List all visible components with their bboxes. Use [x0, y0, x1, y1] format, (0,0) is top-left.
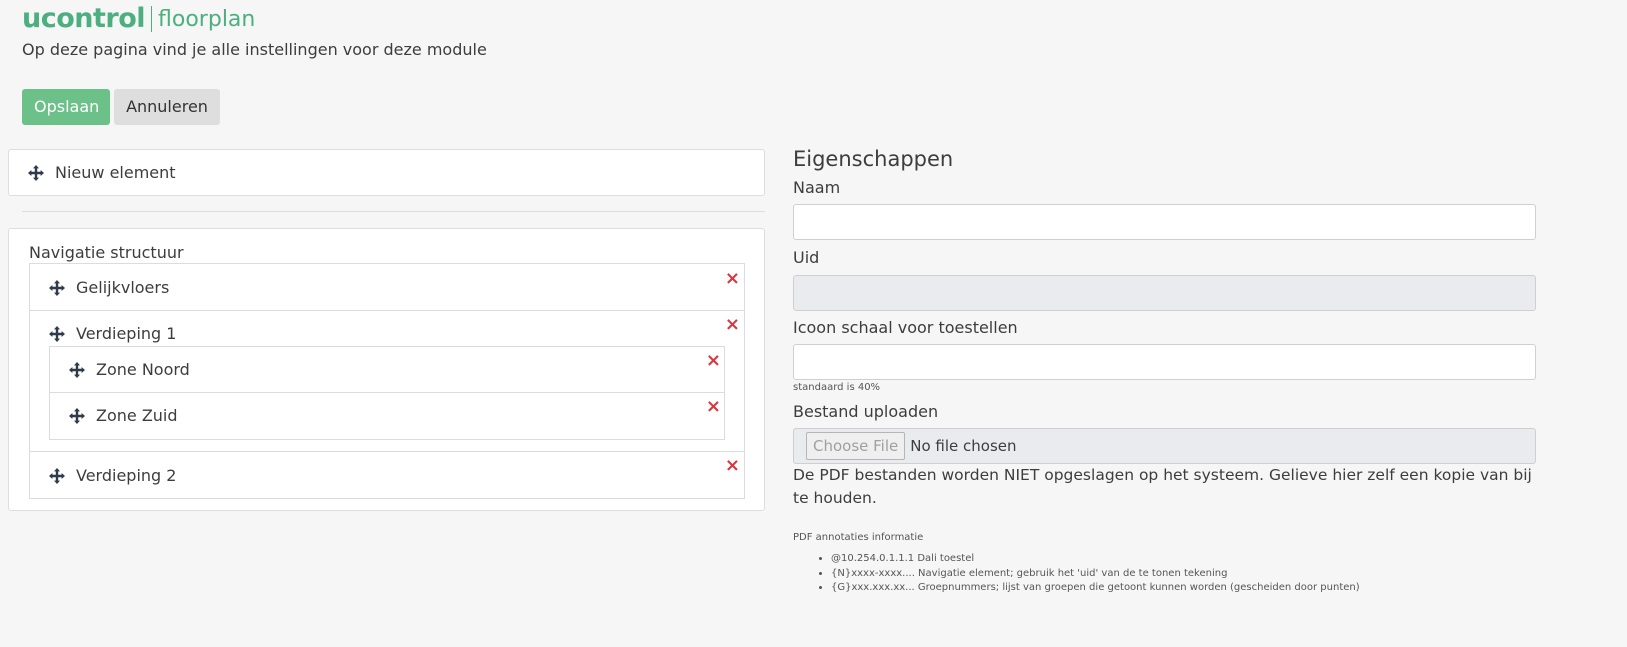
file-upload-input[interactable]: Choose File No file chosen: [793, 428, 1536, 464]
move-icon[interactable]: [49, 468, 65, 484]
move-icon[interactable]: [49, 326, 65, 342]
move-icon[interactable]: [69, 362, 85, 378]
move-icon[interactable]: [49, 280, 65, 296]
nav-item-label: Verdieping 2: [76, 466, 177, 485]
app-logo: ucontrol floorplan: [22, 4, 255, 34]
remove-icon[interactable]: ×: [706, 352, 721, 370]
move-icon[interactable]: [69, 408, 85, 424]
navigation-title: Navigatie structuur: [29, 243, 184, 262]
remove-icon[interactable]: ×: [725, 270, 740, 288]
icon-scale-input[interactable]: [793, 344, 1536, 380]
page-description: Op deze pagina vind je alle instellingen…: [22, 40, 487, 59]
nav-item-label: Verdieping 1: [76, 324, 177, 343]
nav-item-verdieping-1[interactable]: Verdieping 1 × Zone Noord × Zone Zuid ×: [29, 310, 745, 452]
choose-file-button[interactable]: Choose File: [806, 432, 906, 460]
upload-label: Bestand uploaden: [793, 402, 939, 421]
annotations-title: PDF annotaties informatie: [793, 532, 924, 543]
nav-item-verdieping-2[interactable]: Verdieping 2 ×: [29, 451, 745, 499]
nav-item-gelijkvloers[interactable]: Gelijkvloers ×: [29, 263, 745, 311]
name-label: Naam: [793, 178, 841, 197]
file-status: No file chosen: [910, 437, 1017, 455]
nav-item-label: Gelijkvloers: [76, 278, 170, 297]
nav-item-label: Zone Noord: [96, 360, 190, 379]
logo-separator: [151, 6, 153, 32]
new-element-label: Nieuw element: [55, 163, 176, 182]
brand-name: ucontrol: [22, 3, 146, 34]
nav-item-zone-zuid[interactable]: Zone Zuid ×: [49, 392, 725, 440]
cancel-button[interactable]: Annuleren: [114, 89, 220, 125]
list-item: @10.254.0.1.1.1 Dali toestel: [831, 552, 1360, 567]
uid-input: [793, 275, 1536, 311]
module-name: floorplan: [158, 7, 256, 32]
move-icon[interactable]: [28, 165, 44, 181]
uid-label: Uid: [793, 248, 820, 267]
pdf-storage-note: De PDF bestanden worden NIET opgeslagen …: [793, 466, 1532, 507]
list-item: {N}xxxx-xxxx.... Navigatie element; gebr…: [831, 567, 1360, 582]
list-item: {G}xxx.xxx.xx... Groepnummers; lijst van…: [831, 581, 1360, 596]
icon-scale-label: Icoon schaal voor toestellen: [793, 318, 1018, 337]
nav-item-zone-noord[interactable]: Zone Noord ×: [49, 346, 725, 393]
new-element-draggable[interactable]: Nieuw element: [8, 149, 765, 196]
icon-scale-help: standaard is 40%: [793, 382, 881, 393]
nav-item-label: Zone Zuid: [96, 406, 178, 425]
remove-icon[interactable]: ×: [725, 457, 740, 475]
brand-text: ucontrol: [22, 3, 146, 34]
name-input[interactable]: [793, 204, 1536, 240]
divider: [22, 211, 765, 212]
remove-icon[interactable]: ×: [725, 316, 740, 334]
navigation-structure-panel: Navigatie structuur Gelijkvloers × Verdi…: [8, 228, 765, 511]
properties-title: Eigenschappen: [793, 147, 954, 171]
save-button[interactable]: Opslaan: [22, 89, 110, 125]
remove-icon[interactable]: ×: [706, 398, 721, 416]
annotations-list: @10.254.0.1.1.1 Dali toestel {N}xxxx-xxx…: [817, 552, 1360, 596]
